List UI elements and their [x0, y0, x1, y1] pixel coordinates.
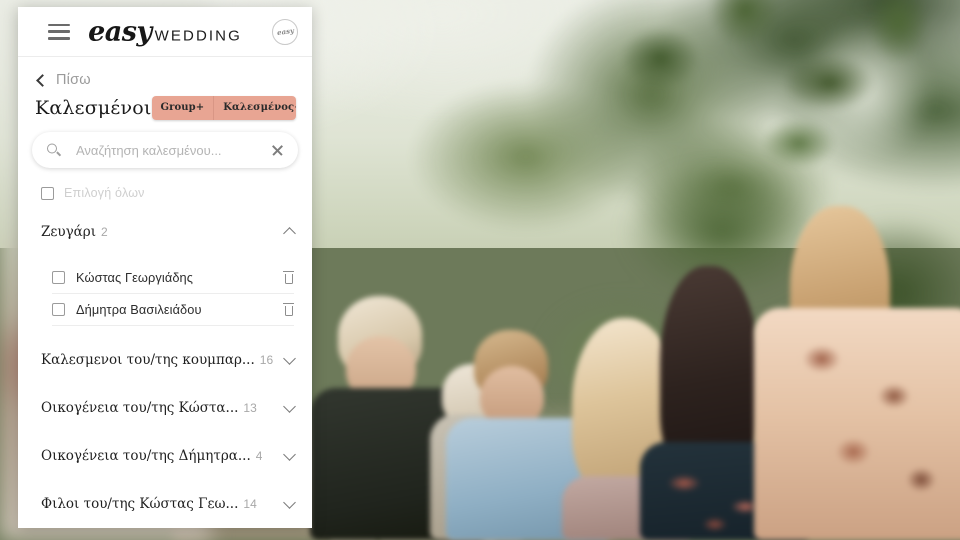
chevron-left-icon [36, 73, 49, 87]
guest-checkbox[interactable] [52, 271, 65, 284]
guest-group-header[interactable]: Φιλοι του/της Κώστας Γεω... 14 [18, 480, 312, 528]
delete-guest-icon[interactable] [283, 271, 294, 284]
guest-group-header[interactable]: Καλεσμενοι του/της κουμπαρ... 16 [18, 336, 312, 384]
guest-name: Δήμητρα Βασιλειάδου [76, 302, 202, 317]
guest-group-name: Φιλοι του/της Κώστας Γεω... 14 [41, 496, 257, 512]
guest-group: Καλεσμενοι του/της κουμπαρ... 16 [18, 336, 312, 384]
photo-foreground-branch [576, 0, 960, 270]
guest-group-count: 13 [243, 401, 257, 415]
guest-group: Οικογένεια του/της Κώστα... 13 [18, 384, 312, 432]
panel-body[interactable]: Πίσω Καλεσμένοι Group+ Καλεσμένος+ Αναζή… [18, 57, 312, 528]
search-input[interactable] [32, 142, 298, 158]
hamburger-menu-icon[interactable] [48, 23, 70, 40]
chevron-up-icon[interactable] [283, 227, 296, 240]
guest-group-header[interactable]: Οικογένεια του/της Δήμητρα... 4 [18, 432, 312, 480]
guest-group: Φιλοι του/της Κώστας Γεω... 14 [18, 480, 312, 528]
guest-checkbox[interactable] [52, 303, 65, 316]
search-section [18, 120, 312, 168]
back-label: Πίσω [56, 72, 91, 88]
guest-list: Κώστας Γεωργιάδης Δήμητρα Βασιλειάδου [18, 256, 312, 336]
guest-row[interactable]: Δήμητρα Βασιλειάδου [52, 294, 294, 326]
guest-group-header[interactable]: Ζευγάρι 2 [18, 208, 312, 256]
guest-group-count: 4 [255, 449, 263, 463]
select-all-label: Επιλογή όλων [64, 186, 145, 200]
guest-group-count: 14 [243, 497, 257, 511]
guest-row[interactable]: Κώστας Γεωργιάδης [52, 262, 294, 294]
guest-group-name: Ζευγάρι 2 [41, 224, 108, 240]
add-guest-button[interactable]: Καλεσμένος+ [213, 96, 296, 120]
guest-name: Κώστας Γεωργιάδης [76, 270, 194, 285]
chevron-down-icon[interactable] [283, 448, 296, 461]
guest-group: Ζευγάρι 2 Κώστας Γεωργιάδης Δήμητρα Βασιλει… [18, 208, 312, 336]
brand-logo[interactable]: easy WEDDING [88, 18, 242, 45]
chevron-down-icon[interactable] [283, 400, 296, 413]
guest-group-count: 16 [259, 353, 274, 367]
logo-badge-text: easy [275, 25, 295, 38]
delete-guest-icon[interactable] [283, 303, 294, 316]
add-group-button[interactable]: Group+ [151, 96, 214, 120]
search-box[interactable] [32, 132, 298, 168]
page-title: Καλεσμένοι [35, 97, 152, 119]
guest-group-list: Ζευγάρι 2 Κώστας Γεωργιάδης Δήμητρα Βασιλει… [18, 200, 312, 528]
app-panel: easy WEDDING easy Πίσω Καλεσμένοι Group+… [18, 7, 312, 528]
app-topbar: easy WEDDING easy [18, 7, 312, 57]
guest-group-name: Οικογένεια του/της Κώστα... 13 [41, 400, 257, 416]
chevron-down-icon[interactable] [283, 352, 296, 365]
guest-group-name: Οικογένεια του/της Δήμητρα... 4 [41, 448, 263, 464]
guest-group: Οικογένεια του/της Δήμητρα... 4 [18, 432, 312, 480]
select-all-checkbox[interactable] [41, 186, 54, 200]
search-icon [47, 143, 62, 157]
screen: easy WEDDING easy Πίσω Καλεσμένοι Group+… [0, 0, 960, 540]
guest-group-count: 2 [101, 225, 108, 239]
brand-caps-text: WEDDING [154, 27, 242, 44]
select-all-row[interactable]: Επιλογή όλων [18, 168, 312, 200]
guest-group-header[interactable]: Οικογένεια του/της Κώστα... 13 [18, 384, 312, 432]
back-link[interactable]: Πίσω [18, 57, 312, 88]
logo-badge-icon[interactable]: easy [272, 18, 298, 45]
chevron-down-icon[interactable] [283, 496, 296, 509]
page-header: Καλεσμένοι Group+ Καλεσμένος+ [18, 88, 312, 120]
header-actions: Group+ Καλεσμένος+ [151, 96, 296, 120]
brand-script-text: easy [88, 16, 152, 47]
guest-group-name: Καλεσμενοι του/της κουμπαρ... 16 [41, 352, 274, 368]
close-icon[interactable] [271, 144, 284, 157]
